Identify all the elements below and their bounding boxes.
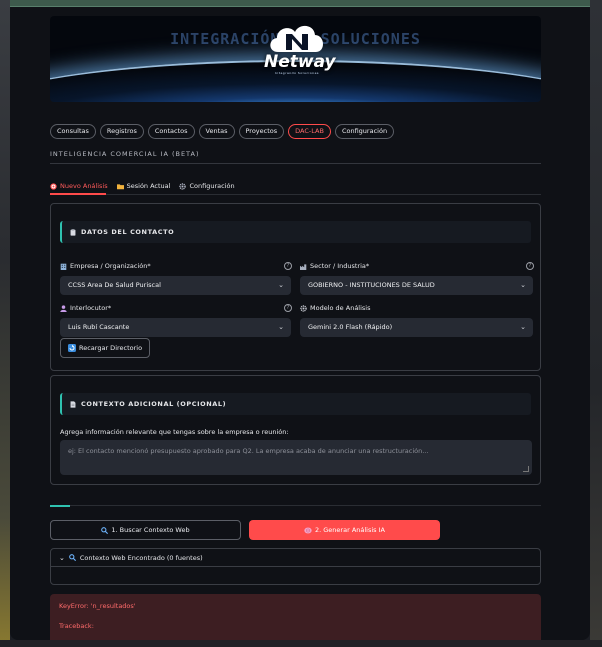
- sector-select[interactable]: GOBIERNO - INSTITUCIONES DE SALUD ⌄: [300, 276, 533, 295]
- context-card: CONTEXTO ADICIONAL (OPCIONAL) Agrega inf…: [50, 375, 541, 485]
- contact-select-value: Luis Rubí Cascante: [68, 323, 130, 331]
- tab-current-session-label: Sesión Actual: [126, 182, 171, 190]
- model-select[interactable]: Gemini 2.0 Flash (Rápido) ⌄: [300, 318, 533, 337]
- nav-ventas[interactable]: Ventas: [198, 124, 235, 139]
- contact-label: Interlocutor*: [60, 304, 111, 312]
- error-message: KeyError: 'n_resultados': [59, 602, 136, 610]
- generate-analysis-label: 2. Generar Análisis IA: [315, 526, 385, 534]
- netway-logo: Netway Integrando Soluciones: [264, 20, 336, 75]
- person-icon: [60, 304, 67, 312]
- nav-proyectos[interactable]: Proyectos: [238, 124, 285, 139]
- contact-help-icon[interactable]: ?: [284, 304, 292, 312]
- model-select-value: Gemini 2.0 Flash (Rápido): [308, 323, 393, 331]
- context-card-title: CONTEXTO ADICIONAL (OPCIONAL): [81, 400, 227, 408]
- logo-subtitle: Integrando Soluciones: [275, 71, 319, 75]
- tab-settings-label: Configuración: [189, 182, 235, 190]
- generate-analysis-button[interactable]: 2. Generar Análisis IA: [249, 520, 440, 540]
- contact-select[interactable]: Luis Rubí Cascante ⌄: [60, 318, 291, 337]
- web-context-expander: ⌄ Contexto Web Encontrado (0 fuentes): [50, 548, 541, 585]
- target-icon: [50, 182, 57, 190]
- brain-icon: [304, 527, 312, 533]
- active-tab-indicator: [50, 193, 106, 195]
- subtabs: Nuevo Análisis Sesión Actual Configuraci…: [50, 179, 235, 199]
- tab-new-analysis-label: Nuevo Análisis: [60, 182, 108, 190]
- app-window: INTEGRACIÓN DE SOLUCIONES Netway Integra…: [10, 7, 590, 640]
- document-icon: [70, 400, 76, 408]
- folder-icon: [116, 183, 124, 189]
- nav-dac-lab[interactable]: DAC-LAB: [288, 124, 331, 139]
- building-icon: [60, 263, 67, 270]
- backdrop-left: [0, 0, 10, 647]
- title-divider: [50, 163, 541, 164]
- tab-settings[interactable]: Configuración: [179, 179, 235, 193]
- resize-handle[interactable]: [523, 466, 529, 472]
- nav-configuracion[interactable]: Configuración: [334, 124, 395, 139]
- company-label: Empresa / Organización*: [60, 262, 151, 270]
- section-divider-accent: [50, 505, 70, 507]
- section-divider: [70, 505, 541, 506]
- bottom-backdrop: [0, 640, 602, 647]
- model-label-text: Modelo de Análisis: [310, 304, 371, 312]
- nav-consultas[interactable]: Consultas: [50, 124, 96, 139]
- main-nav: Consultas Registros Contactos Ventas Pro…: [50, 124, 395, 139]
- subtabs-border: [50, 194, 541, 195]
- cloud-logo-icon: [270, 25, 324, 52]
- chevron-down-icon: ⌄: [59, 553, 65, 562]
- factory-icon: [300, 263, 307, 270]
- page-title: INTELIGENCIA COMERCIAL IA (BETA): [50, 150, 200, 158]
- tab-new-analysis[interactable]: Nuevo Análisis: [50, 179, 108, 193]
- chevron-down-icon: ⌄: [278, 281, 284, 289]
- error-box: KeyError: 'n_resultados' Traceback:: [50, 594, 541, 640]
- reload-directory-button[interactable]: Recargar Directorio: [60, 338, 151, 358]
- search-web-context-label: 1. Buscar Contexto Web: [111, 526, 190, 534]
- contact-card-header: DATOS DEL CONTACTO: [60, 221, 531, 243]
- chevron-down-icon: ⌄: [520, 323, 526, 331]
- context-textarea[interactable]: ej: El contacto mencionó presupuesto apr…: [60, 440, 532, 475]
- search-web-context-button[interactable]: 1. Buscar Contexto Web: [50, 520, 241, 540]
- company-select[interactable]: CCSS Area De Salud Puriscal ⌄: [60, 276, 291, 295]
- refresh-icon: [68, 344, 76, 352]
- company-select-value: CCSS Area De Salud Puriscal: [68, 281, 161, 289]
- context-card-header: CONTEXTO ADICIONAL (OPCIONAL): [60, 393, 531, 415]
- sector-label-text: Sector / Industria*: [310, 262, 370, 270]
- contact-card: DATOS DEL CONTACTO Empresa / Organizació…: [50, 203, 541, 371]
- header-banner: INTEGRACIÓN DE SOLUCIONES Netway Integra…: [50, 16, 541, 102]
- contact-label-text: Interlocutor*: [70, 304, 112, 312]
- web-context-expander-title: Contexto Web Encontrado (0 fuentes): [79, 553, 203, 562]
- chevron-down-icon: ⌄: [278, 323, 284, 331]
- nav-contactos[interactable]: Contactos: [147, 124, 195, 139]
- company-label-text: Empresa / Organización*: [70, 262, 151, 270]
- company-help-icon[interactable]: ?: [284, 262, 292, 270]
- sector-help-icon[interactable]: ?: [526, 262, 534, 270]
- gear-icon: [179, 182, 187, 190]
- search-icon: [69, 554, 76, 561]
- nav-registros[interactable]: Registros: [99, 124, 144, 139]
- context-instruction: Agrega información relevante que tengas …: [60, 428, 289, 436]
- sector-select-value: GOBIERNO - INSTITUCIONES DE SALUD: [308, 281, 435, 289]
- contact-card-title: DATOS DEL CONTACTO: [81, 228, 175, 236]
- gear-icon: [300, 304, 307, 312]
- error-traceback: Traceback:: [59, 622, 94, 630]
- top-header-bar: [10, 0, 590, 7]
- sector-label: Sector / Industria*: [300, 262, 369, 270]
- logo-wordmark: Netway: [264, 52, 336, 72]
- clipboard-icon: [70, 228, 76, 236]
- reload-directory-label: Recargar Directorio: [79, 344, 143, 352]
- web-context-expander-header[interactable]: ⌄ Contexto Web Encontrado (0 fuentes): [51, 549, 540, 567]
- context-textarea-placeholder: ej: El contacto mencionó presupuesto apr…: [68, 447, 429, 455]
- backdrop-right: [590, 0, 602, 647]
- chevron-down-icon: ⌄: [520, 281, 526, 289]
- tab-current-session[interactable]: Sesión Actual: [116, 179, 171, 193]
- search-icon: [101, 526, 109, 534]
- model-label: Modelo de Análisis: [300, 304, 371, 312]
